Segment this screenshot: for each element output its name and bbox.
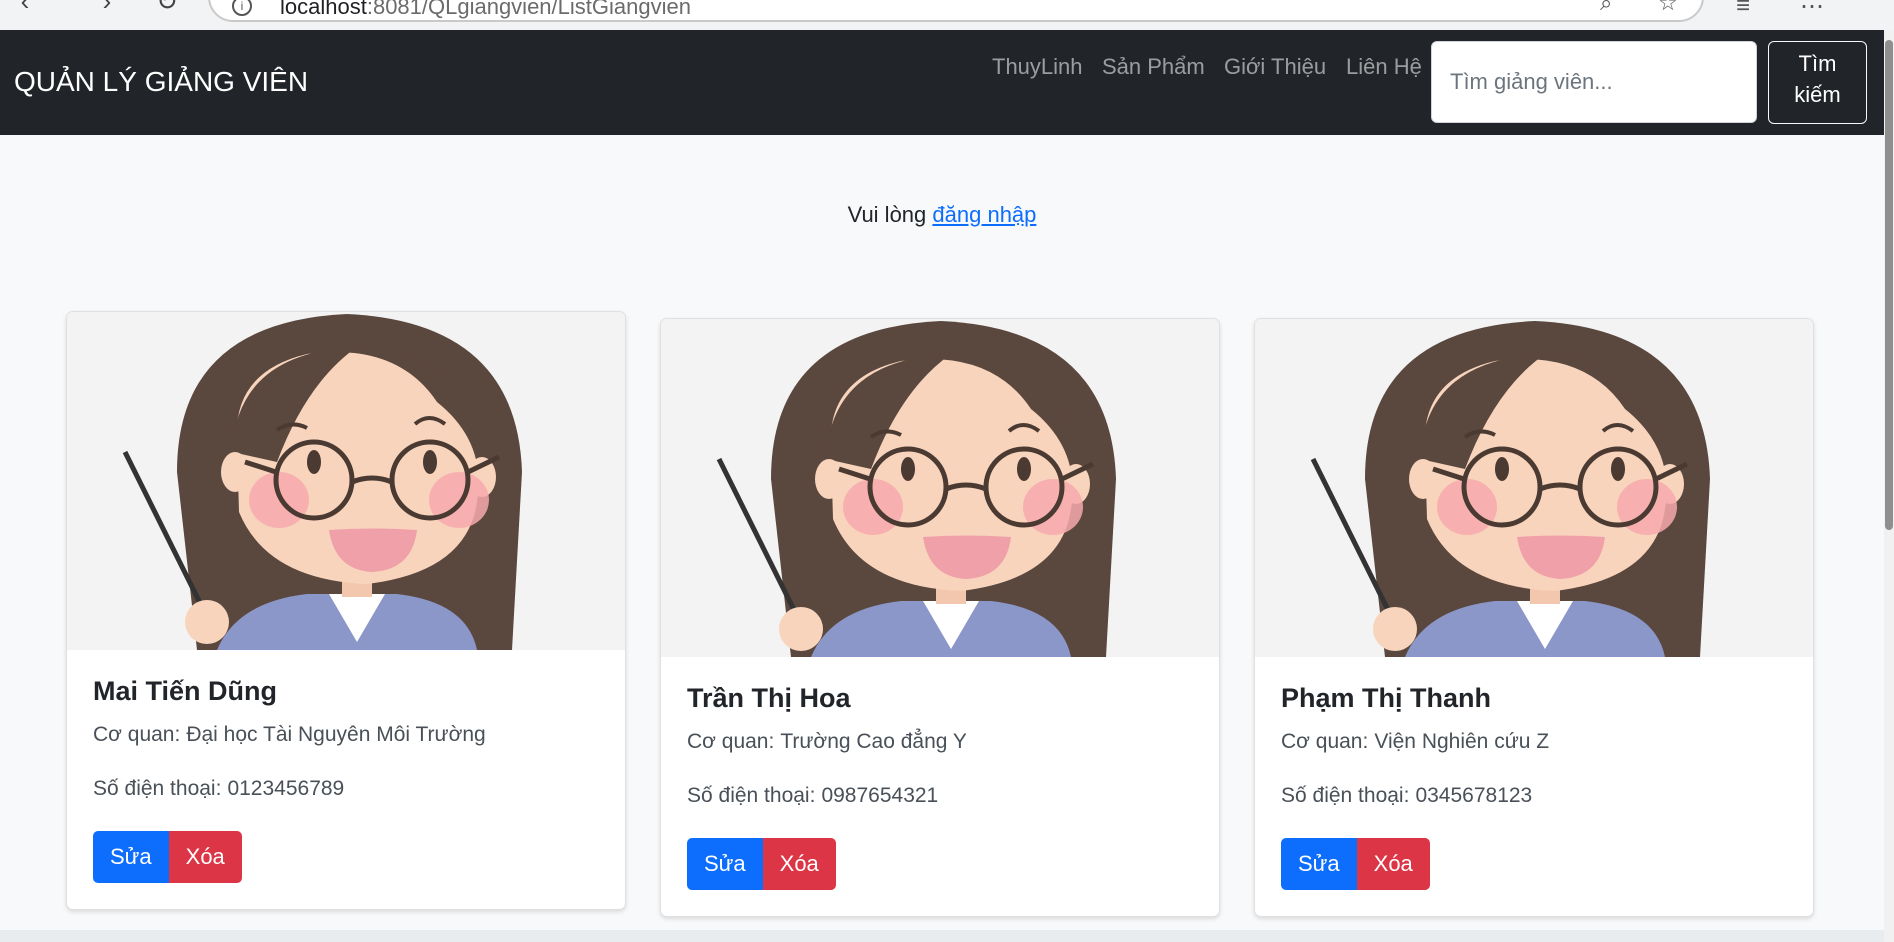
more-menu-icon[interactable]: ⋯ bbox=[1800, 0, 1824, 21]
lecturer-photo bbox=[661, 319, 1219, 657]
edit-button[interactable]: Sửa bbox=[687, 838, 763, 890]
card-actions: Sửa Xóa bbox=[93, 831, 599, 883]
address-url[interactable]: localhost:8081/QLgiangvien/ListGiangvien bbox=[280, 0, 691, 20]
agency-label: Cơ quan: bbox=[1281, 730, 1369, 753]
lecturer-phone: Số điện thoại: 0345678123 bbox=[1281, 784, 1787, 808]
site-info-icon[interactable]: i bbox=[232, 0, 252, 16]
lecturer-photo bbox=[1255, 319, 1813, 657]
lecturer-name: Mai Tiến Dũng bbox=[93, 676, 278, 706]
bottom-edge bbox=[0, 930, 1884, 942]
delete-button[interactable]: Xóa bbox=[1356, 838, 1430, 890]
lecturer-agency: Cơ quan: Đại học Tài Nguyên Môi Trường bbox=[93, 723, 599, 747]
search-button[interactable]: Tìm kiếm bbox=[1768, 41, 1867, 124]
back-icon[interactable]: ‹ bbox=[10, 0, 40, 16]
search-button-label-2: kiếm bbox=[1794, 82, 1841, 107]
edit-button[interactable]: Sửa bbox=[1281, 838, 1357, 890]
phone-label: Số điện thoại: bbox=[93, 777, 222, 800]
nav-link-products[interactable]: Sản Phẩm bbox=[1102, 54, 1205, 80]
navbar-brand[interactable]: QUẢN LÝ GIẢNG VIÊN bbox=[14, 66, 308, 98]
card-actions: Sửa Xóa bbox=[687, 838, 1193, 890]
edit-button[interactable]: Sửa bbox=[93, 831, 169, 883]
lecturer-phone: Số điện thoại: 0987654321 bbox=[687, 784, 1193, 808]
phone-value: 0345678123 bbox=[1415, 784, 1533, 807]
lecturer-agency: Cơ quan: Viện Nghiên cứu Z bbox=[1281, 730, 1787, 754]
page-scrollbar[interactable] bbox=[1884, 30, 1894, 942]
lecturer-card: Phạm Thị Thanh Cơ quan: Viện Nghiên cứu Z… bbox=[1254, 318, 1814, 917]
search-input[interactable] bbox=[1431, 41, 1757, 123]
scrollbar-thumb[interactable] bbox=[1885, 40, 1893, 530]
phone-value: 0987654321 bbox=[821, 784, 939, 807]
login-prompt-text: Vui lòng bbox=[847, 202, 927, 227]
lecturer-photo bbox=[67, 312, 625, 650]
agency-value: Viện Nghiên cứu Z bbox=[1374, 730, 1550, 753]
card-actions: Sửa Xóa bbox=[1281, 838, 1787, 890]
bookmark-star-icon[interactable]: ☆ bbox=[1658, 0, 1678, 16]
agency-value: Trường Cao đẳng Y bbox=[780, 730, 967, 753]
lecturer-name: Phạm Thị Thanh bbox=[1281, 683, 1492, 713]
lecturer-card: Trần Thị Hoa Cơ quan: Trường Cao đẳng Y S… bbox=[660, 318, 1220, 917]
lecturer-name: Trần Thị Hoa bbox=[687, 683, 851, 713]
login-link[interactable]: đăng nhập bbox=[932, 202, 1036, 227]
address-bar[interactable]: i localhost:8081/QLgiangvien/ListGiangvi… bbox=[208, 0, 1704, 22]
browser-chrome: ‹ › ↻ i localhost:8081/QLgiangvien/ListG… bbox=[0, 0, 1894, 30]
delete-button[interactable]: Xóa bbox=[762, 838, 836, 890]
agency-label: Cơ quan: bbox=[93, 723, 181, 746]
forward-icon[interactable]: › bbox=[92, 0, 122, 16]
reading-list-icon[interactable]: ≡ bbox=[1736, 0, 1750, 20]
delete-button[interactable]: Xóa bbox=[168, 831, 242, 883]
phone-label: Số điện thoại: bbox=[687, 784, 816, 807]
nav-link-thuylinh[interactable]: ThuyLinh bbox=[992, 54, 1083, 80]
top-navbar: QUẢN LÝ GIẢNG VIÊN ThuyLinh Sản Phẩm Giớ… bbox=[0, 30, 1884, 135]
lecturer-agency: Cơ quan: Trường Cao đẳng Y bbox=[687, 730, 1193, 754]
phone-value: 0123456789 bbox=[227, 777, 345, 800]
agency-value: Đại học Tài Nguyên Môi Trường bbox=[186, 723, 486, 746]
login-prompt: Vui lòng đăng nhập bbox=[0, 202, 1884, 228]
nav-link-about[interactable]: Giới Thiệu bbox=[1224, 54, 1326, 80]
phone-label: Số điện thoại: bbox=[1281, 784, 1410, 807]
agency-label: Cơ quan: bbox=[687, 730, 775, 753]
reload-icon[interactable]: ↻ bbox=[152, 0, 182, 16]
search-page-icon[interactable]: ⌕ bbox=[1600, 0, 1612, 16]
lecturer-phone: Số điện thoại: 0123456789 bbox=[93, 777, 599, 801]
lecturer-card: Mai Tiến Dũng Cơ quan: Đại học Tài Nguyên… bbox=[66, 311, 626, 910]
search-button-label-1: Tìm bbox=[1798, 51, 1837, 76]
nav-link-contact[interactable]: Liên Hệ bbox=[1346, 54, 1422, 80]
